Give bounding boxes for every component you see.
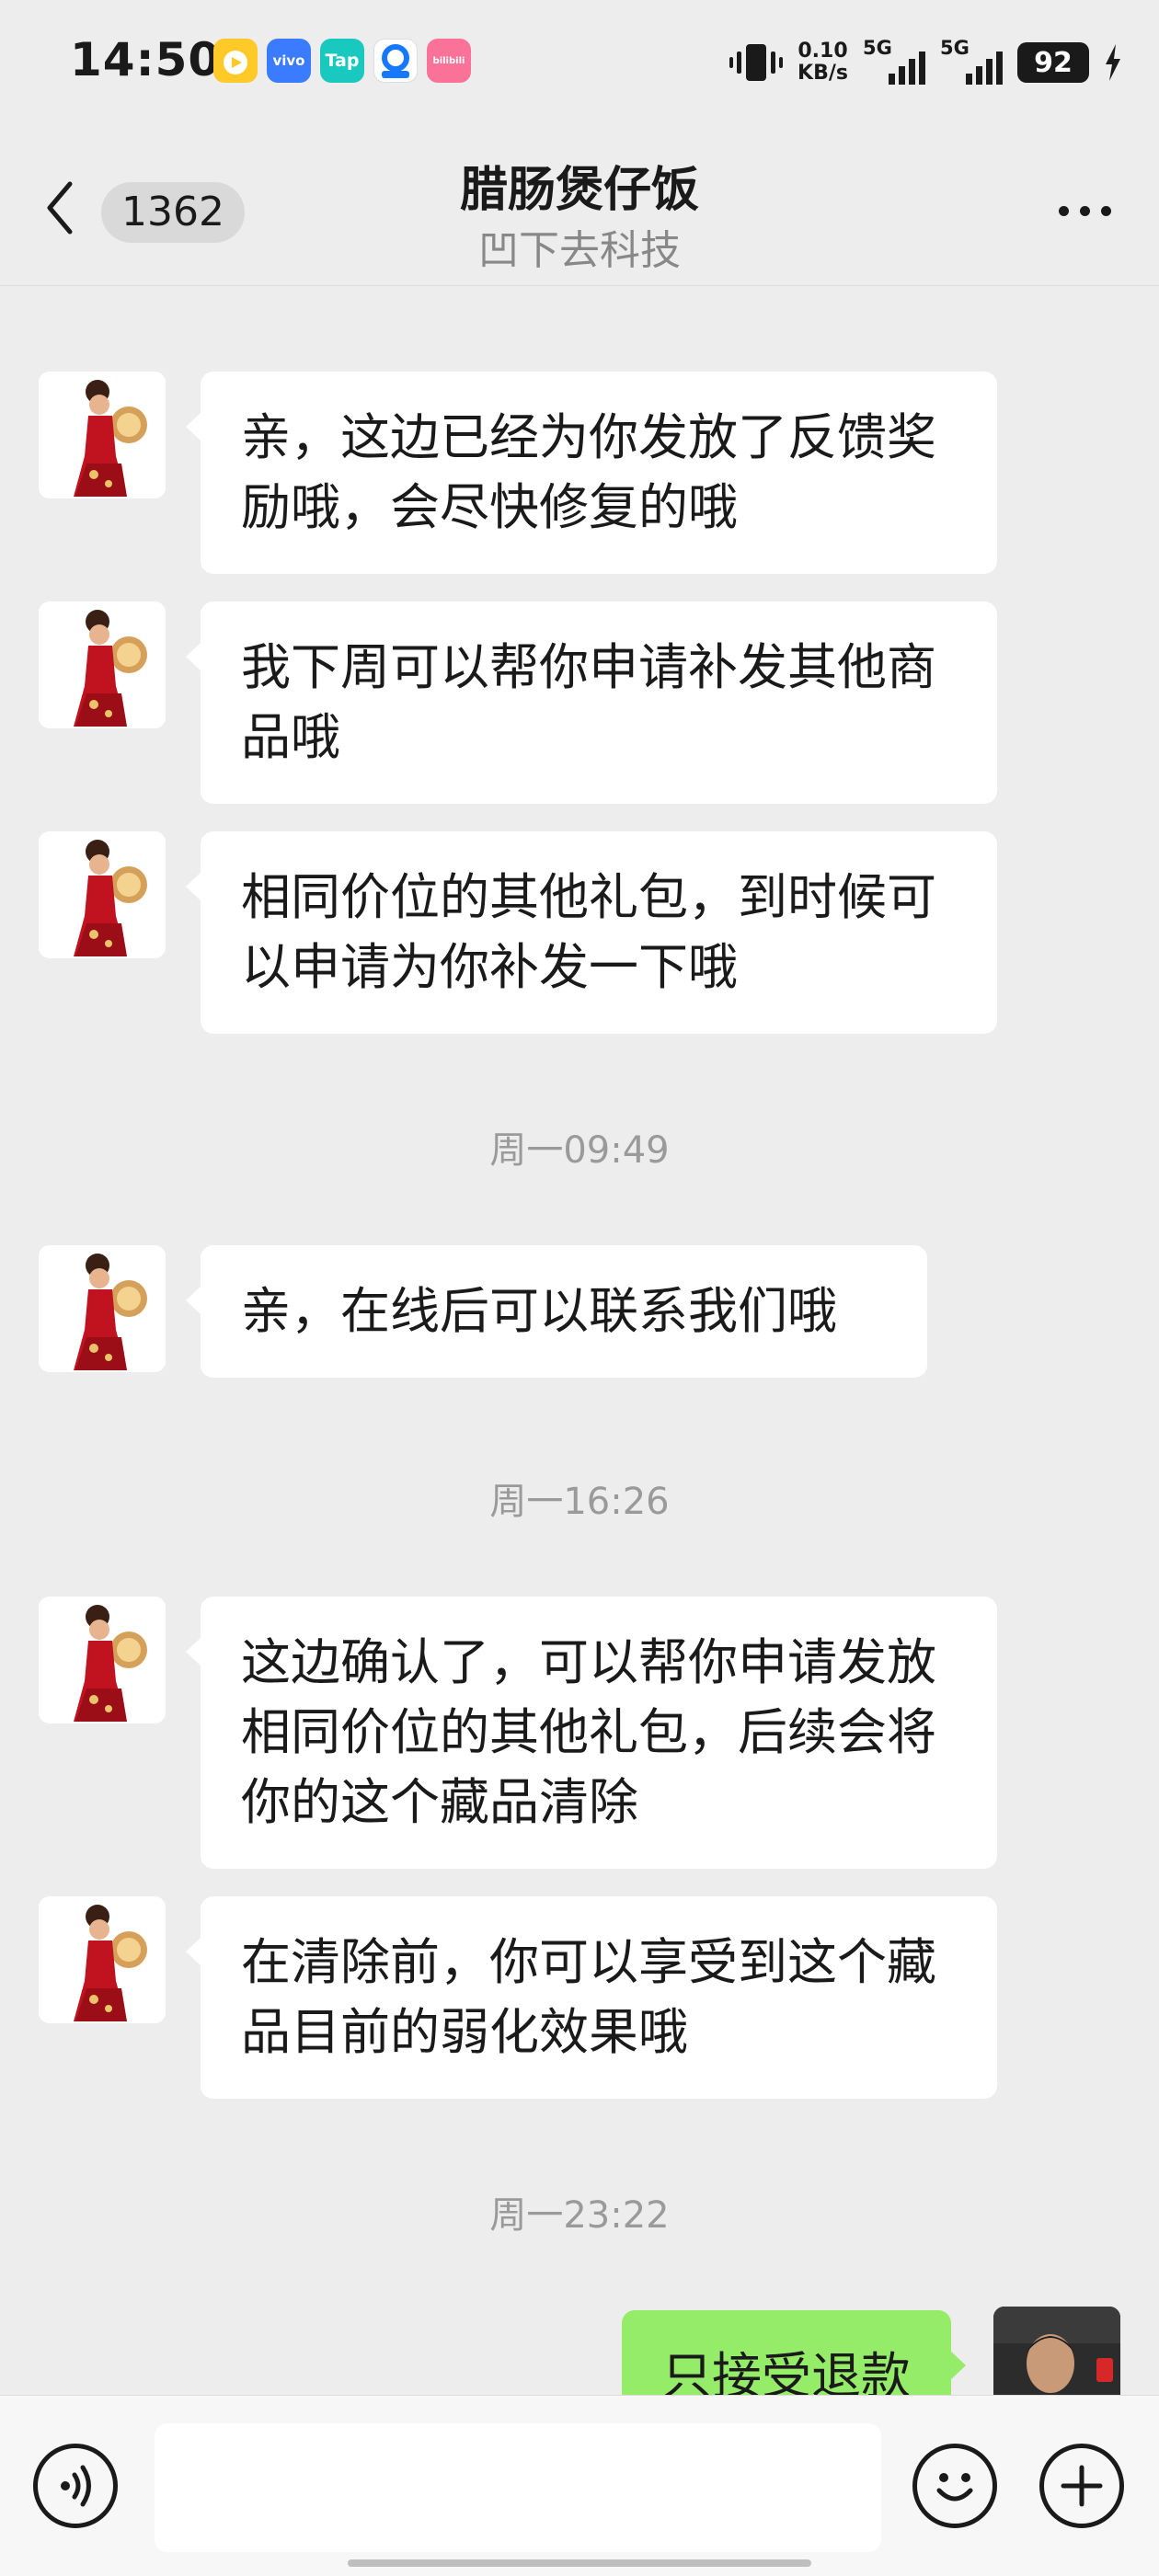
status-time: 14:50 (70, 33, 222, 86)
contact-avatar[interactable] (39, 372, 166, 498)
message-bubble[interactable]: 相同价位的其他礼包，到时候可以申请为你补发一下哦 (186, 831, 997, 1034)
bilibili-app-icon: bilibili (427, 39, 471, 83)
taptap-app-icon: Tap (320, 39, 364, 83)
message-bubble[interactable]: 这边确认了，可以帮你申请发放相同价位的其他礼包，后续会将你的这个藏品清除 (186, 1597, 997, 1869)
home-indicator[interactable] (348, 2559, 811, 2567)
net-speed: 0.10 KB/s (798, 40, 848, 85)
net-speed-value: 0.10 (798, 40, 848, 63)
message-bubble[interactable]: 我下周可以帮你申请补发其他商品哦 (186, 601, 997, 804)
vivo-app-label: vivo (272, 52, 305, 69)
timestamp-separator: 周一09:49 (489, 1129, 670, 1172)
chat-title: 腊肠煲仔饭 (459, 163, 699, 218)
contact-avatar[interactable] (39, 1245, 166, 1372)
contact-avatar[interactable] (39, 1597, 166, 1723)
battery-icon: 92 (1017, 42, 1089, 83)
voice-icon (61, 2465, 91, 2507)
message-input[interactable] (155, 2423, 881, 2552)
charging-icon (1106, 44, 1120, 81)
message-bubble[interactable]: 在清除前，你可以享受到这个藏品目前的弱化效果哦 (186, 1896, 997, 2099)
emoji-button[interactable] (912, 2444, 997, 2528)
message-outgoing: 只接受退款 (0, 2307, 1159, 2433)
bilibili-app-label: bilibili (432, 55, 465, 66)
smiley-icon (936, 2473, 973, 2502)
taptap-app-label: Tap (325, 51, 360, 71)
contact-avatar[interactable] (39, 1896, 166, 2023)
blue-app-icon (373, 39, 418, 83)
voice-input-button[interactable] (33, 2444, 118, 2528)
message-bubble[interactable]: 亲，在线后可以联系我们哦 (186, 1245, 927, 1378)
vivo-app-icon: vivo (267, 39, 311, 83)
timestamp-separator: 周一23:22 (489, 2194, 670, 2237)
notification-app-icons: vivo Tap bilibili (213, 39, 471, 83)
yellow-app-icon (213, 39, 258, 83)
plus-icon (1061, 2465, 1103, 2507)
signal-1-icon: 5G (863, 37, 925, 88)
more-functions-button[interactable] (1039, 2444, 1124, 2528)
signal-2-icon: 5G (940, 37, 1003, 88)
contact-avatar[interactable] (39, 831, 166, 958)
net-speed-unit: KB/s (798, 62, 848, 85)
chat-header: 1362 腊肠煲仔饭 凹下去科技 (0, 138, 1159, 286)
vibrate-icon (729, 44, 784, 81)
status-bar: 14:50 vivo Tap bilibili 0.10 KB/s 5G 5G … (0, 0, 1159, 129)
timestamp-separator: 周一16:26 (489, 1481, 670, 1523)
chat-subtitle: 凹下去科技 (478, 227, 681, 274)
status-indicators: 0.10 KB/s 5G 5G 92 (729, 35, 1122, 90)
contact-avatar[interactable] (39, 601, 166, 728)
battery-level: 92 (1034, 46, 1073, 79)
message-bubble[interactable]: 亲，这边已经为你发放了反馈奖励哦，会尽快修复的哦 (186, 372, 997, 574)
more-options-icon[interactable] (1059, 206, 1111, 216)
input-bar (0, 2395, 1159, 2576)
